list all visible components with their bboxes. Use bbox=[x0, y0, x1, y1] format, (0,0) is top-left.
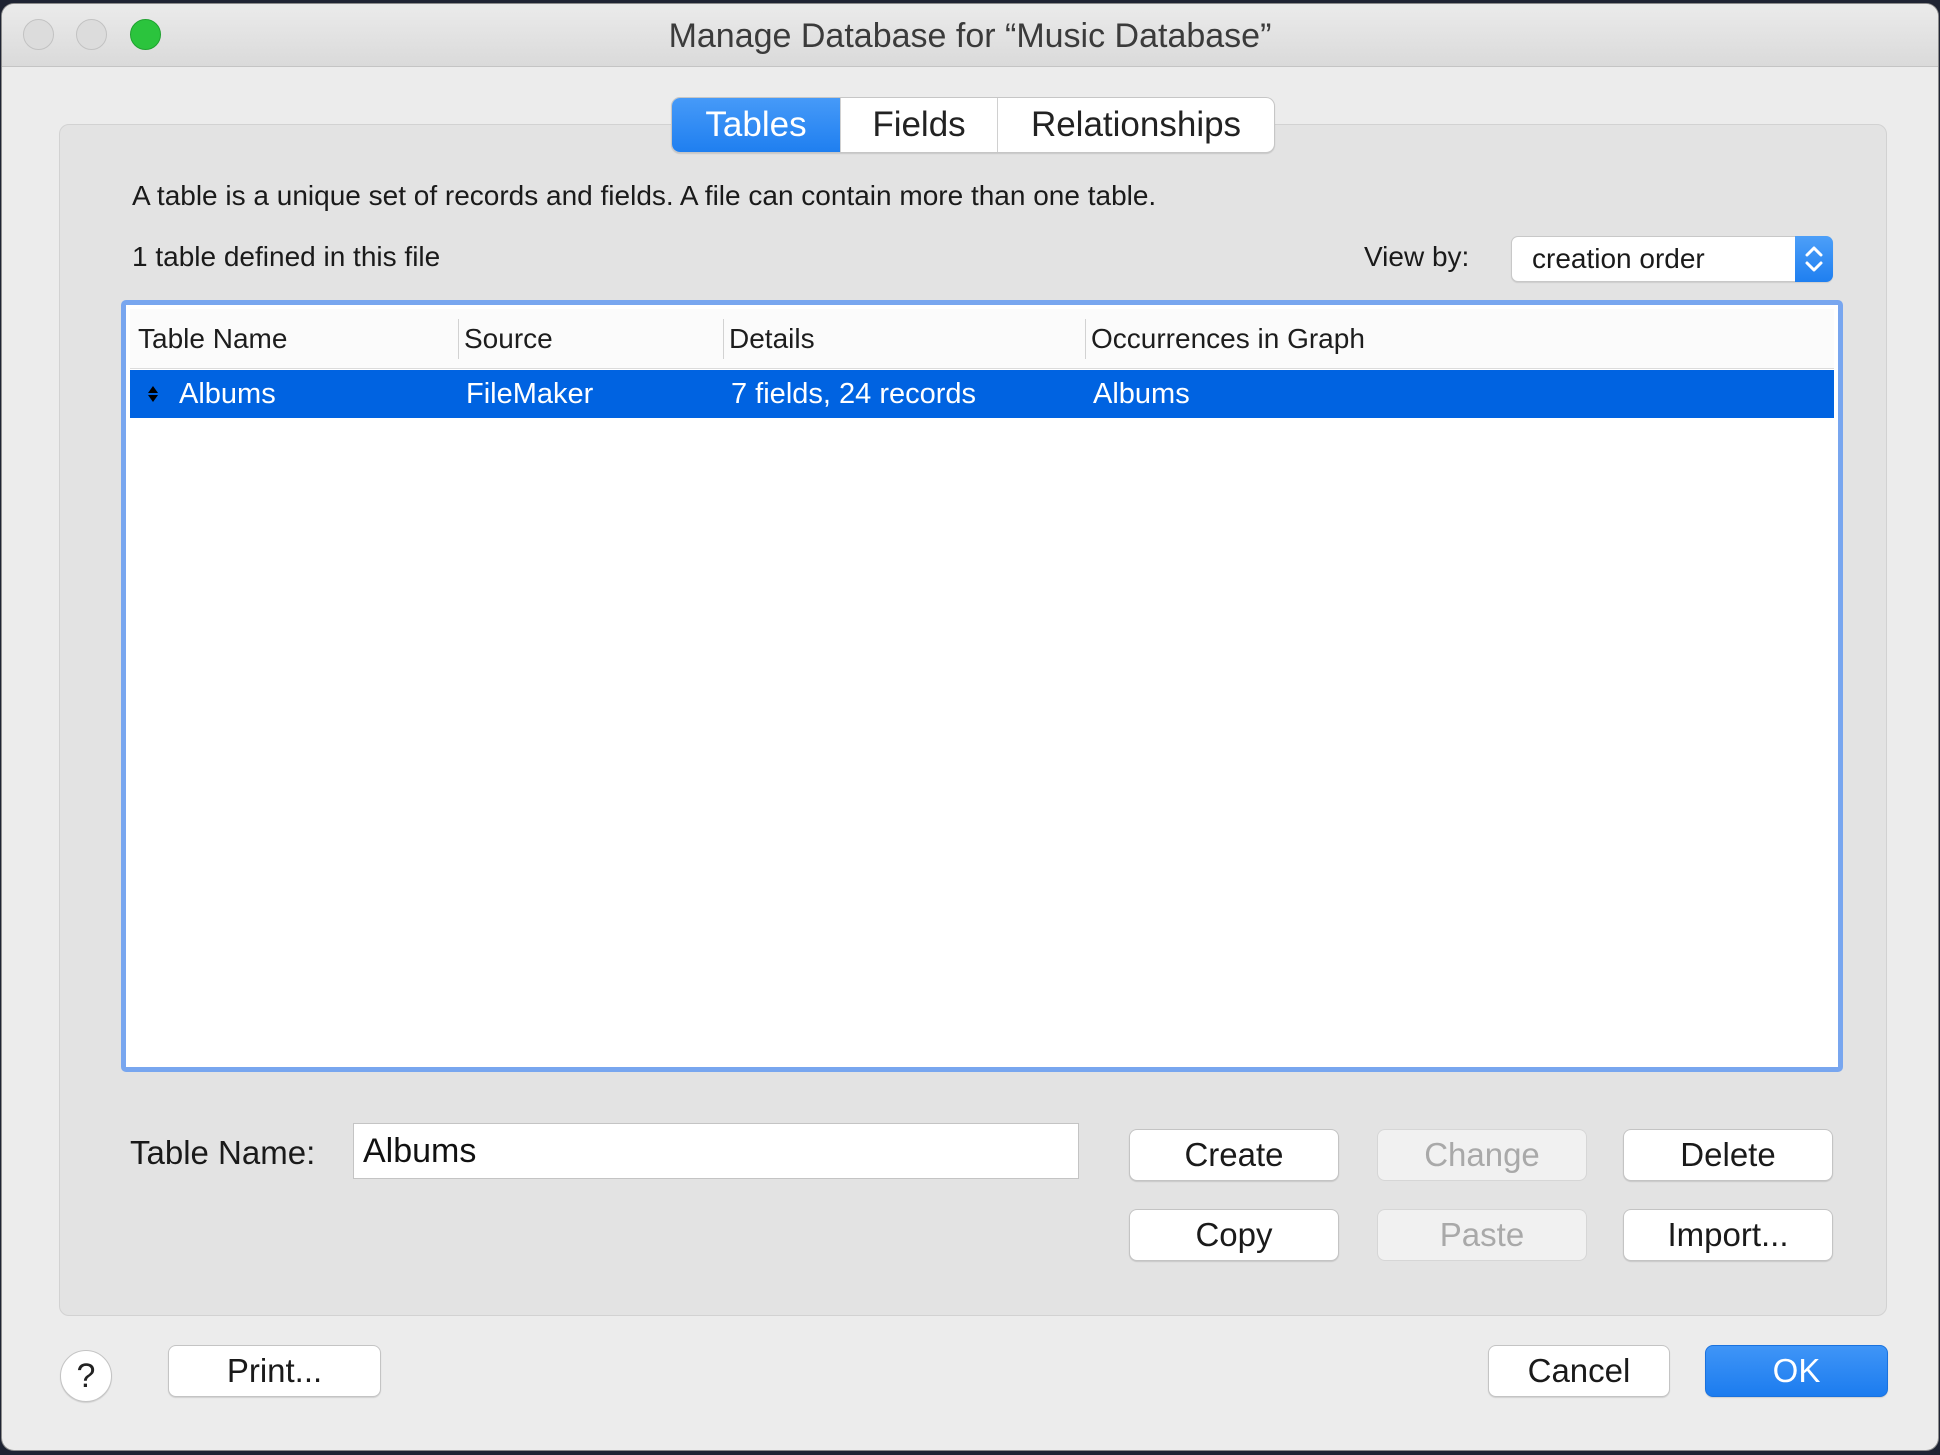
tab-bar: Tables Fields Relationships bbox=[671, 97, 1275, 153]
tables-list[interactable]: Table Name Source Details Occurrences in… bbox=[121, 300, 1843, 1072]
change-button[interactable]: Change bbox=[1377, 1129, 1587, 1181]
view-by-label: View by: bbox=[1364, 241, 1470, 272]
window-title: Manage Database for “Music Database” bbox=[668, 17, 1272, 55]
column-header-details[interactable]: Details bbox=[729, 309, 815, 368]
view-by-select[interactable]: creation order bbox=[1511, 236, 1833, 282]
tables-description: A table is a unique set of records and f… bbox=[132, 180, 1157, 211]
table-row[interactable]: Albums FileMaker 7 fields, 24 records Al… bbox=[130, 370, 1834, 418]
view-by-value: creation order bbox=[1532, 243, 1705, 274]
ok-button[interactable]: OK bbox=[1705, 1345, 1888, 1397]
cell-occurrences: Albums bbox=[1093, 378, 1190, 410]
paste-button[interactable]: Paste bbox=[1377, 1209, 1587, 1261]
copy-button[interactable]: Copy bbox=[1129, 1209, 1339, 1261]
column-divider[interactable] bbox=[1085, 319, 1086, 359]
print-button[interactable]: Print... bbox=[168, 1345, 381, 1397]
import-button[interactable]: Import... bbox=[1623, 1209, 1833, 1261]
title-bar[interactable]: Manage Database for “Music Database” bbox=[2, 4, 1938, 67]
manage-database-window: Manage Database for “Music Database” Tab… bbox=[2, 4, 1938, 1450]
tab-fields[interactable]: Fields bbox=[840, 98, 997, 152]
chevron-up-down-icon bbox=[1795, 236, 1833, 282]
cell-details: 7 fields, 24 records bbox=[731, 378, 977, 410]
help-button[interactable]: ? bbox=[60, 1350, 112, 1402]
cell-source: FileMaker bbox=[466, 378, 594, 410]
column-divider[interactable] bbox=[458, 319, 459, 359]
column-header-occurrences[interactable]: Occurrences in Graph bbox=[1091, 309, 1365, 368]
drag-handle-icon[interactable] bbox=[146, 382, 160, 406]
create-button[interactable]: Create bbox=[1129, 1129, 1339, 1181]
column-divider[interactable] bbox=[723, 319, 724, 359]
table-name-label: Table Name: bbox=[130, 1134, 316, 1171]
column-header-source[interactable]: Source bbox=[464, 309, 553, 368]
table-name-input[interactable] bbox=[353, 1123, 1079, 1179]
cell-table-name: Albums bbox=[179, 378, 276, 410]
column-header-table-name[interactable]: Table Name bbox=[138, 309, 287, 368]
tab-relationships[interactable]: Relationships bbox=[997, 98, 1274, 152]
tab-tables[interactable]: Tables bbox=[672, 98, 840, 152]
table-count-text: 1 table defined in this file bbox=[132, 241, 441, 272]
table-header: Table Name Source Details Occurrences in… bbox=[130, 309, 1834, 369]
cancel-button[interactable]: Cancel bbox=[1488, 1345, 1670, 1397]
delete-button[interactable]: Delete bbox=[1623, 1129, 1833, 1181]
